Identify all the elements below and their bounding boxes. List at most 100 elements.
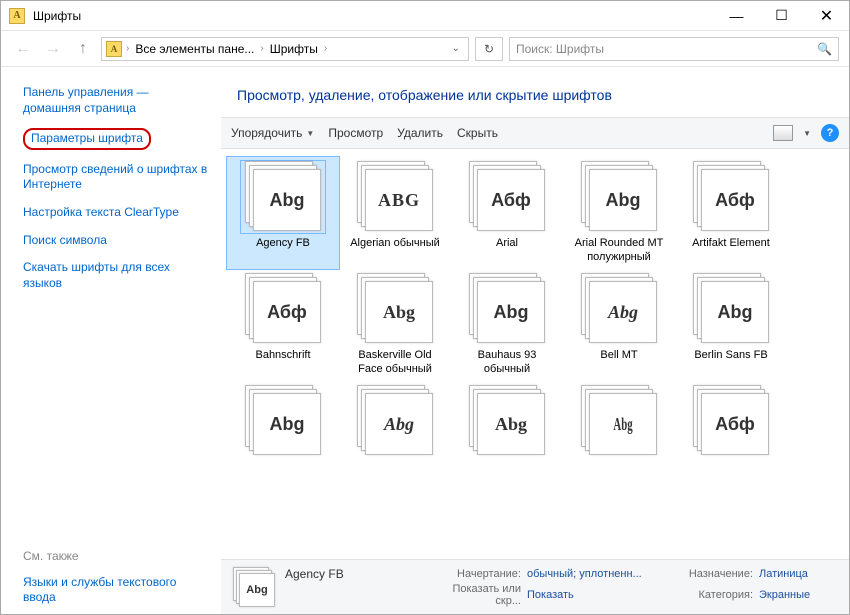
- font-label: [393, 461, 397, 489]
- font-label: Algerian обычный: [348, 237, 442, 265]
- details-purpose-val: Латиница: [759, 568, 850, 580]
- chevron-right-icon: ›: [126, 43, 129, 54]
- see-also-label: См. также: [23, 549, 209, 563]
- sidebar-cleartype-link[interactable]: Настройка текста ClearType: [23, 205, 209, 221]
- sidebar-text-services-link[interactable]: Языки и службы текстового ввода: [23, 575, 209, 606]
- font-thumb: Abg: [241, 385, 325, 457]
- close-button[interactable]: ✕: [804, 1, 849, 30]
- search-input[interactable]: Поиск: Шрифты 🔍: [509, 37, 839, 61]
- chevron-down-icon: ▼: [306, 129, 314, 138]
- font-grid: Abg Agency FB ABG Algerian обычный Абф Arial A…: [221, 149, 849, 559]
- search-placeholder: Поиск: Шрифты: [516, 42, 604, 56]
- sidebar-font-info-link[interactable]: Просмотр сведений о шрифтах в Интернете: [23, 162, 209, 193]
- minimize-button[interactable]: —: [714, 1, 759, 30]
- font-label: [505, 461, 509, 489]
- font-label: Arial: [494, 237, 520, 265]
- chevron-right-icon: ›: [324, 43, 327, 54]
- font-item[interactable]: ABG Algerian обычный: [339, 157, 451, 269]
- sidebar-charmap-link[interactable]: Поиск символа: [23, 233, 209, 249]
- details-thumb: Abg: [231, 567, 275, 607]
- font-item[interactable]: Абф Artifakt Element: [675, 157, 787, 269]
- details-show-key: Показать или скр...: [431, 583, 521, 607]
- sidebar: Панель управления — домашняя страница Па…: [1, 67, 221, 614]
- font-item[interactable]: Abg: [451, 381, 563, 493]
- preview-button[interactable]: Просмотр: [328, 126, 383, 140]
- font-thumb: Abg: [353, 273, 437, 345]
- font-item[interactable]: Abg Berlin Sans FB: [675, 269, 787, 381]
- organize-button[interactable]: Упорядочить▼: [231, 126, 314, 140]
- spacer: [23, 303, 209, 528]
- font-item[interactable]: Abg Arial Rounded MT полужирный: [563, 157, 675, 269]
- delete-button[interactable]: Удалить: [397, 126, 443, 140]
- help-button[interactable]: ?: [821, 124, 839, 142]
- toolbar: Упорядочить▼ Просмотр Удалить Скрыть ▼ ?: [221, 117, 849, 149]
- address-bar[interactable]: A › Все элементы пане... › Шрифты › ⌄: [101, 37, 469, 61]
- chevron-down-icon[interactable]: ▼: [803, 129, 811, 138]
- font-label: Agency FB: [254, 237, 312, 265]
- details-style-val: обычный; уплотненн...: [527, 568, 667, 580]
- chevron-down-icon[interactable]: ⌄: [448, 43, 464, 54]
- hide-button[interactable]: Скрыть: [457, 126, 498, 140]
- font-thumb: ABG: [353, 161, 437, 233]
- search-icon: 🔍: [817, 42, 832, 56]
- font-item[interactable]: Abg: [227, 381, 339, 493]
- font-label: [729, 461, 733, 489]
- font-item[interactable]: Abg Bauhaus 93 обычный: [451, 269, 563, 381]
- breadcrumb-item[interactable]: Все элементы пане...: [133, 42, 256, 56]
- chevron-right-icon: ›: [260, 43, 263, 54]
- details-name: Agency FB: [285, 567, 425, 581]
- font-thumb: Абф: [689, 161, 773, 233]
- font-thumb: Abg: [465, 385, 549, 457]
- sidebar-font-params-link[interactable]: Параметры шрифта: [23, 128, 151, 150]
- page-title: Просмотр, удаление, отображение или скры…: [221, 67, 849, 117]
- view-options-button[interactable]: [773, 125, 793, 141]
- font-thumb: Abg: [577, 273, 661, 345]
- font-item[interactable]: Abg: [563, 381, 675, 493]
- details-show-val: Показать: [527, 589, 667, 601]
- font-label: Bahnschrift: [253, 349, 312, 377]
- font-item[interactable]: Abg: [339, 381, 451, 493]
- font-label: Artifakt Element: [690, 237, 772, 265]
- font-label: Bauhaus 93 обычный: [455, 349, 559, 377]
- back-button[interactable]: ←: [11, 37, 35, 61]
- main: Просмотр, удаление, отображение или скры…: [221, 67, 849, 614]
- titlebar: A Шрифты — ☐ ✕: [1, 1, 849, 31]
- font-label: Bell MT: [598, 349, 639, 377]
- font-thumb: Абф: [465, 161, 549, 233]
- breadcrumb-item[interactable]: Шрифты: [268, 42, 320, 56]
- font-thumb: Abg: [577, 385, 661, 457]
- maximize-button[interactable]: ☐: [759, 1, 804, 30]
- fonts-window: A Шрифты — ☐ ✕ ← → ↑ A › Все элементы па…: [0, 0, 850, 615]
- sidebar-home-link[interactable]: Панель управления — домашняя страница: [23, 85, 209, 116]
- sidebar-download-link[interactable]: Скачать шрифты для всех языков: [23, 260, 209, 291]
- font-label: Arial Rounded MT полужирный: [567, 237, 671, 265]
- font-thumb: Abg: [465, 273, 549, 345]
- folder-fonts-icon: A: [9, 8, 25, 24]
- details-style-key: Начертание:: [431, 568, 521, 580]
- up-button[interactable]: ↑: [71, 37, 95, 61]
- refresh-button[interactable]: ↻: [475, 37, 503, 61]
- font-label: [281, 461, 285, 489]
- details-cat-key: Категория:: [673, 589, 753, 601]
- folder-icon: A: [106, 41, 122, 57]
- font-item[interactable]: Абф: [675, 381, 787, 493]
- font-thumb: Abg: [577, 161, 661, 233]
- font-thumb: Abg: [689, 273, 773, 345]
- font-thumb: Абф: [241, 273, 325, 345]
- details-cat-val: Экранные: [759, 589, 850, 601]
- font-label: Baskerville Old Face обычный: [343, 349, 447, 377]
- details-purpose-key: Назначение:: [673, 568, 753, 580]
- window-title: Шрифты: [33, 9, 714, 23]
- font-item[interactable]: Абф Arial: [451, 157, 563, 269]
- font-item[interactable]: Abg Baskerville Old Face обычный: [339, 269, 451, 381]
- forward-button[interactable]: →: [41, 37, 65, 61]
- body: Панель управления — домашняя страница Па…: [1, 67, 849, 614]
- font-thumb: Abg: [353, 385, 437, 457]
- font-item[interactable]: Abg Bell MT: [563, 269, 675, 381]
- font-item[interactable]: Abg Agency FB: [227, 157, 339, 269]
- details-pane: Abg Agency FB Начертание: обычный; уплот…: [221, 559, 849, 614]
- navbar: ← → ↑ A › Все элементы пане... › Шрифты …: [1, 31, 849, 67]
- font-item[interactable]: Абф Bahnschrift: [227, 269, 339, 381]
- font-thumb: Abg: [241, 161, 325, 233]
- font-label: Berlin Sans FB: [692, 349, 769, 377]
